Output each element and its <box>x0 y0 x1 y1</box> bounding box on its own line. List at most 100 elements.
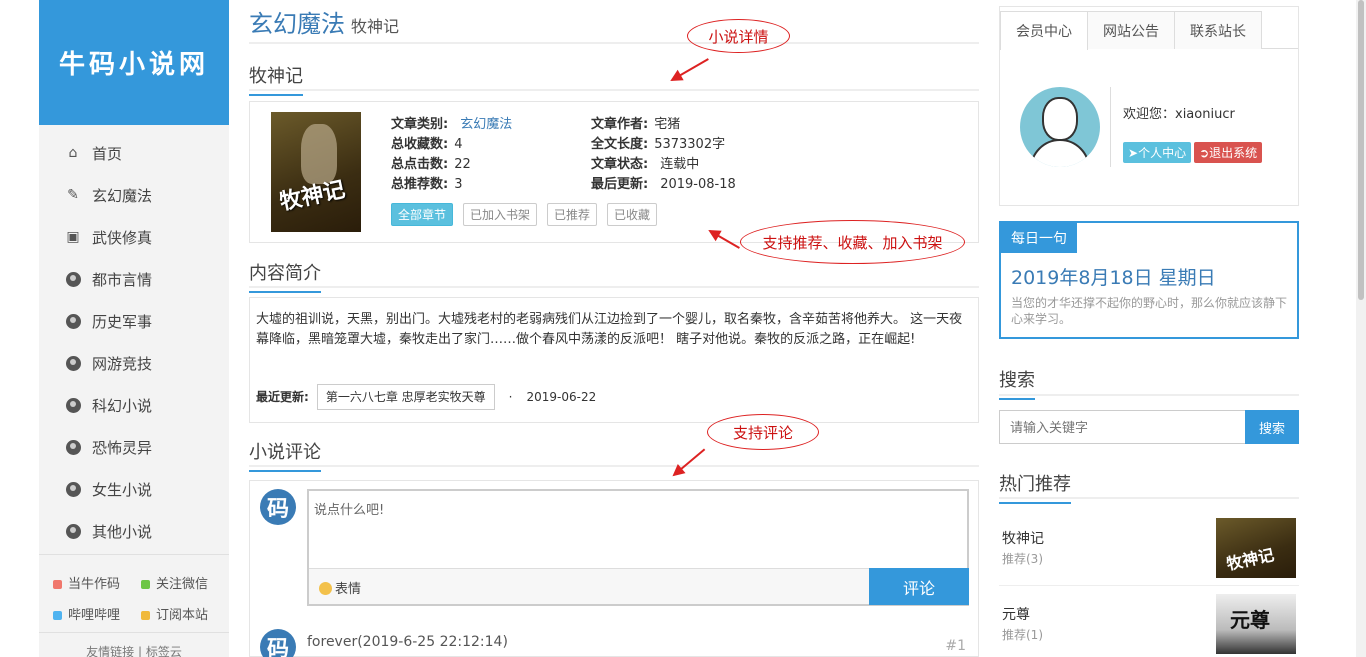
nav-item-home[interactable]: ⌂ 首页 <box>39 132 229 174</box>
inbox-icon: ▣ <box>66 229 80 245</box>
emoji-button[interactable]: 表情 <box>319 578 361 597</box>
divider <box>249 89 979 91</box>
tab-member-center[interactable]: 会员中心 <box>1000 11 1088 50</box>
bookshelf-button[interactable]: 已加入书架 <box>463 203 538 226</box>
category-link[interactable]: 玄幻魔法 <box>460 117 512 132</box>
category-title: 玄幻魔法 <box>249 10 345 38</box>
nav-label: 恐怖灵异 <box>92 438 153 457</box>
globe-icon <box>64 354 82 372</box>
globe-icon <box>64 480 82 498</box>
link-dangniu[interactable]: 当牛作码 <box>53 573 141 592</box>
daily-quote-panel: 每日一句 2019年8月18日 星期日 当您的才华还撑不起你的野心时，那么你就应… <box>999 221 1299 339</box>
search-button[interactable]: 搜索 <box>1245 410 1299 444</box>
latest-update: 最近更新: 第一六八七章 忠厚老实牧天尊 · 2019-06-22 <box>256 384 972 410</box>
tab-announcements[interactable]: 网站公告 <box>1087 11 1175 49</box>
hot-item[interactable]: 元尊 推荐(1) 元尊 <box>999 594 1299 657</box>
nav-label: 武侠修真 <box>92 228 153 247</box>
divider <box>249 286 979 288</box>
welcome-text: 欢迎您：xiaoniucr <box>1123 107 1235 122</box>
globe-icon <box>64 396 82 414</box>
latest-date: 2019-06-22 <box>526 390 597 404</box>
user-avatar <box>1020 87 1100 167</box>
category-subtitle: 牧神记 <box>351 17 400 36</box>
hot-item[interactable]: 牧神记 推荐(3) 牧神记 <box>999 518 1299 590</box>
page-scrollbar[interactable] <box>1356 0 1366 657</box>
nav-item-fantasy[interactable]: ✎ 玄幻魔法 <box>39 174 229 216</box>
nav-item-scifi[interactable]: 科幻小说 <box>39 384 229 426</box>
page-title: 玄幻魔法 牧神记 <box>249 4 399 39</box>
favorite-button[interactable]: 已收藏 <box>607 203 658 226</box>
site-logo[interactable]: 牛码小说网 <box>39 0 229 125</box>
smile-icon <box>319 582 332 595</box>
cover-title: 牧神记 <box>277 176 348 216</box>
nav-label: 女生小说 <box>92 480 153 499</box>
avatar: 码 <box>260 489 296 525</box>
daily-quote: 当您的才华还撑不起你的野心时，那么你就应该静下心来学习。 <box>1011 296 1288 326</box>
social-links: 当牛作码 关注微信 哔哩哔哩 订阅本站 <box>39 554 229 623</box>
globe-icon <box>64 522 82 540</box>
book-cover[interactable]: 牧神记 <box>271 112 361 232</box>
divider <box>249 465 979 467</box>
logout-button[interactable]: ➲退出系统 <box>1194 142 1263 163</box>
nav-item-urban[interactable]: 都市言情 <box>39 258 229 300</box>
hot-item-recommend: 推荐(1) <box>1002 628 1043 642</box>
hot-item-thumb: 牧神记 <box>1216 518 1296 578</box>
intro-panel: 大墟的祖训说，天黑，别出门。大墟残老村的老弱病残们从江边捡到了一个婴儿，取名秦牧… <box>249 297 979 423</box>
annotation-detail: 小说详情 <box>687 19 790 53</box>
tab-contact[interactable]: 联系站长 <box>1174 11 1262 49</box>
comment-panel: 码 说点什么吧! 表情 评论 码 forever(2019-6-25 22:12… <box>249 480 979 657</box>
eraser-icon: ✎ <box>67 187 79 203</box>
hot-item-name: 元尊 <box>1002 607 1030 623</box>
all-chapters-button[interactable]: 全部章节 <box>391 203 454 226</box>
annotation-support: 支持推荐、收藏、加入书架 <box>740 220 965 264</box>
square-icon <box>141 580 150 589</box>
comment-submit-button[interactable]: 评论 <box>869 568 969 605</box>
nav-item-other[interactable]: 其他小说 <box>39 510 229 552</box>
square-icon <box>53 580 62 589</box>
nav-label: 玄幻魔法 <box>92 186 153 205</box>
nav-item-history[interactable]: 历史军事 <box>39 300 229 342</box>
comment-placeholder: 说点什么吧! <box>314 503 385 518</box>
divider <box>999 497 1299 499</box>
divider <box>249 42 979 44</box>
nav-item-wuxia[interactable]: ▣ 武侠修真 <box>39 216 229 258</box>
nav-label: 网游竞技 <box>92 354 153 373</box>
comment-number: #1 <box>945 638 966 654</box>
comment-toolbar: 表情 评论 <box>309 568 969 605</box>
nav-item-female[interactable]: 女生小说 <box>39 468 229 510</box>
personal-center-button[interactable]: ➤个人中心 <box>1123 142 1192 163</box>
daily-date: 2019年8月18日 星期日 <box>1011 267 1216 289</box>
hot-item-recommend: 推荐(3) <box>1002 552 1043 566</box>
latest-chapter-link[interactable]: 第一六八七章 忠厚老实牧天尊 <box>316 384 495 410</box>
divider <box>1110 87 1111 167</box>
member-panel: 会员中心 网站公告 联系站长 欢迎您：xiaoniucr ➤个人中心 ➲退出系统 <box>999 6 1299 206</box>
member-tabs: 会员中心 网站公告 联系站长 <box>1000 7 1298 50</box>
nav-item-game[interactable]: 网游竞技 <box>39 342 229 384</box>
home-icon: ⌂ <box>68 145 78 161</box>
link-bilibili[interactable]: 哔哩哔哩 <box>53 604 141 623</box>
detail-col-left: 文章类别: 玄幻魔法 总收藏数: 4 总点击数: 22 总推荐数: 3 <box>391 117 513 192</box>
comment-input[interactable]: 说点什么吧! 表情 评论 <box>307 489 969 606</box>
intro-text: 大墟的祖训说，天黑，别出门。大墟残老村的老弱病残们从江边捡到了一个婴儿，取名秦牧… <box>256 312 963 347</box>
daily-label: 每日一句 <box>1001 223 1077 253</box>
nav-label: 首页 <box>92 144 123 163</box>
avatar: 码 <box>260 629 296 657</box>
user-actions: ➤个人中心 ➲退出系统 <box>1123 142 1263 163</box>
left-sidebar: 牛码小说网 ⌂ 首页 ✎ 玄幻魔法 ▣ 武侠修真 都市言情 历史军事 网游竞技 科幻小… <box>39 0 229 657</box>
nav-item-horror[interactable]: 恐怖灵异 <box>39 426 229 468</box>
book-actions: 全部章节 已加入书架 已推荐 已收藏 <box>391 203 658 226</box>
link-wechat[interactable]: 关注微信 <box>141 573 229 592</box>
link-subscribe[interactable]: 订阅本站 <box>141 604 229 623</box>
hot-item-thumb: 元尊 <box>1216 594 1296 654</box>
category-nav: ⌂ 首页 ✎ 玄幻魔法 ▣ 武侠修真 都市言情 历史军事 网游竞技 科幻小说 恐怖灵异… <box>39 125 229 552</box>
search-input[interactable] <box>999 410 1246 444</box>
comment-author: forever(2019-6-25 22:12:14) <box>307 634 508 650</box>
annotation-comment: 支持评论 <box>707 414 819 450</box>
nav-label: 科幻小说 <box>92 396 153 415</box>
friend-links[interactable]: 友情链接 | 标签云 <box>39 632 229 657</box>
globe-icon <box>64 312 82 330</box>
recommend-button[interactable]: 已推荐 <box>547 203 598 226</box>
scrollbar-thumb[interactable] <box>1358 0 1364 300</box>
hot-item-name: 牧神记 <box>1002 531 1044 547</box>
divider <box>999 585 1299 586</box>
